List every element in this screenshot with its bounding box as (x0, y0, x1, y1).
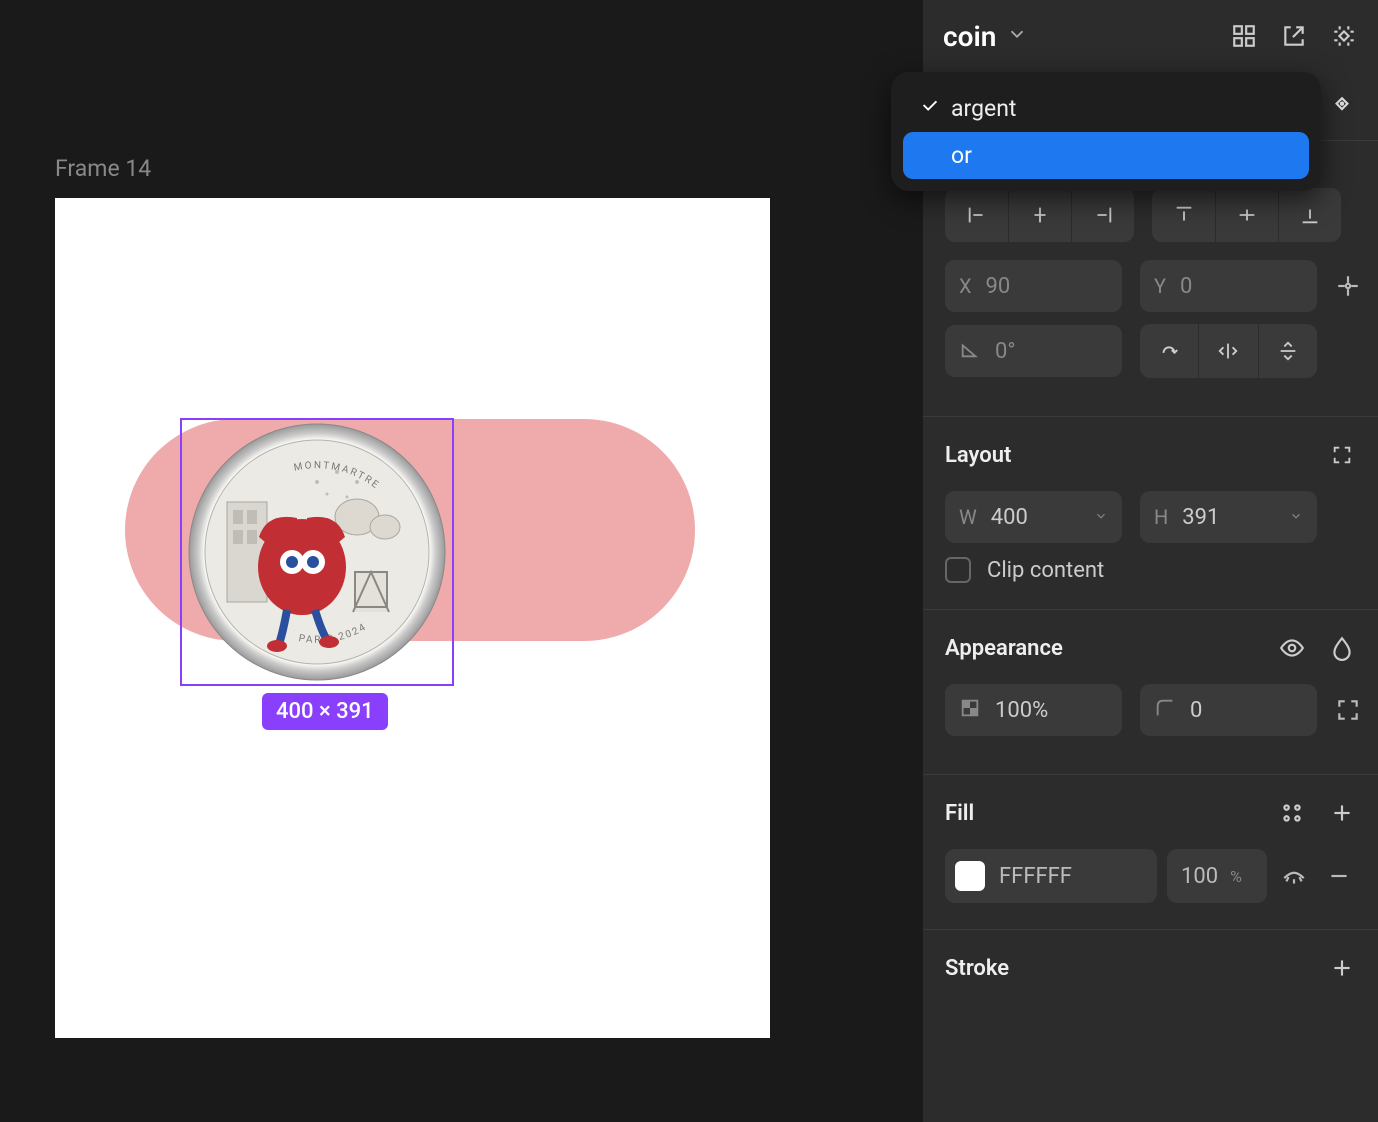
align-hcenter-icon[interactable] (1008, 188, 1071, 242)
open-icon[interactable] (1280, 22, 1308, 50)
align-bottom-icon[interactable] (1278, 188, 1341, 242)
grid-icon[interactable] (1230, 22, 1258, 50)
remove-fill-icon[interactable] (1322, 858, 1357, 894)
layout-section: Layout W 400 H 391 Clip content (923, 416, 1378, 609)
clip-content-label: Clip content (987, 558, 1104, 583)
inspector-panel: coin argent or (923, 0, 1378, 1122)
section-title-appearance: Appearance (945, 636, 1063, 661)
h-label: H (1154, 505, 1168, 529)
align-vcenter-icon[interactable] (1215, 188, 1278, 242)
autolayout-icon[interactable] (1328, 441, 1356, 469)
fill-hex: FFFFFF (999, 864, 1072, 889)
chevron-down-icon[interactable] (1006, 23, 1028, 49)
y-input[interactable]: Y 0 (1140, 260, 1317, 312)
blend-icon[interactable] (1328, 634, 1356, 662)
rotation-value: 0° (995, 339, 1085, 364)
radius-input[interactable]: 0 (1140, 684, 1317, 736)
align-top-icon[interactable] (1152, 188, 1215, 242)
opacity-input[interactable]: 100% (945, 684, 1122, 736)
opacity-value: 100% (995, 698, 1085, 723)
opacity-icon (959, 697, 981, 724)
align-horizontal-group (945, 188, 1134, 242)
align-right-icon[interactable] (1071, 188, 1134, 242)
radius-icon (1154, 697, 1176, 724)
plus-icon[interactable] (1328, 799, 1356, 827)
dropdown-item-or[interactable]: or (903, 132, 1309, 179)
x-value: 90 (986, 274, 1076, 299)
selection-box (180, 418, 454, 686)
component-name[interactable]: coin (943, 20, 996, 53)
detach-icon[interactable] (1330, 22, 1358, 50)
color-swatch[interactable] (955, 861, 985, 891)
h-value: 391 (1182, 505, 1272, 530)
frame[interactable]: MONTMARTRE PARIS 2024 (55, 198, 770, 1038)
stroke-section: Stroke (923, 929, 1378, 1008)
fill-section: Fill FFFFFF 100 % (923, 774, 1378, 929)
fill-color-input[interactable]: FFFFFF (945, 849, 1157, 903)
component-target-icon[interactable] (1328, 94, 1356, 122)
section-title-fill: Fill (945, 801, 974, 826)
w-label: W (959, 505, 977, 529)
dropdown-item-argent[interactable]: argent (903, 84, 1309, 132)
fill-pct: 100 (1181, 864, 1218, 889)
x-input[interactable]: X 90 (945, 260, 1122, 312)
frame-label[interactable]: Frame 14 (55, 155, 923, 182)
align-vertical-group (1152, 188, 1341, 242)
check-icon (919, 94, 951, 122)
clip-content-checkbox[interactable] (945, 557, 971, 583)
flip-90-icon[interactable] (1140, 324, 1198, 378)
dropdown-item-label: or (951, 142, 972, 169)
width-input[interactable]: W 400 (945, 491, 1122, 543)
chevron-down-icon[interactable] (1094, 508, 1108, 527)
align-left-icon[interactable] (945, 188, 1008, 242)
y-label: Y (1154, 274, 1166, 298)
inspector-header: coin (923, 0, 1378, 72)
w-value: 400 (991, 505, 1081, 530)
flip-group (1140, 324, 1317, 378)
canvas-area[interactable]: Frame 14 MONTMARTRE PARIS 2024 (0, 0, 923, 1122)
variant-dropdown[interactable]: argent or (891, 72, 1321, 191)
angle-icon (959, 338, 981, 365)
section-title-stroke: Stroke (945, 956, 1009, 981)
dimension-badge: 400 × 391 (262, 693, 388, 730)
height-input[interactable]: H 391 (1140, 491, 1317, 543)
fill-opacity-input[interactable]: 100 % (1167, 849, 1267, 903)
flip-horizontal-icon[interactable] (1198, 324, 1257, 378)
y-value: 0 (1180, 274, 1270, 299)
pct-unit: % (1230, 867, 1242, 886)
hide-fill-icon[interactable] (1277, 858, 1312, 894)
section-title-layout: Layout (945, 443, 1011, 468)
flip-vertical-icon[interactable] (1258, 324, 1317, 378)
dropdown-item-label: argent (951, 95, 1016, 122)
x-label: X (959, 274, 972, 298)
corner-individual-icon[interactable] (1335, 692, 1361, 728)
chevron-down-icon[interactable] (1289, 508, 1303, 527)
plus-icon[interactable] (1328, 954, 1356, 982)
eye-icon[interactable] (1278, 634, 1306, 662)
appearance-section: Appearance 100% 0 (923, 609, 1378, 774)
styles-icon[interactable] (1278, 799, 1306, 827)
rotation-input[interactable]: 0° (945, 325, 1122, 377)
radius-value: 0 (1190, 698, 1280, 723)
absolute-position-icon[interactable] (1335, 268, 1361, 304)
